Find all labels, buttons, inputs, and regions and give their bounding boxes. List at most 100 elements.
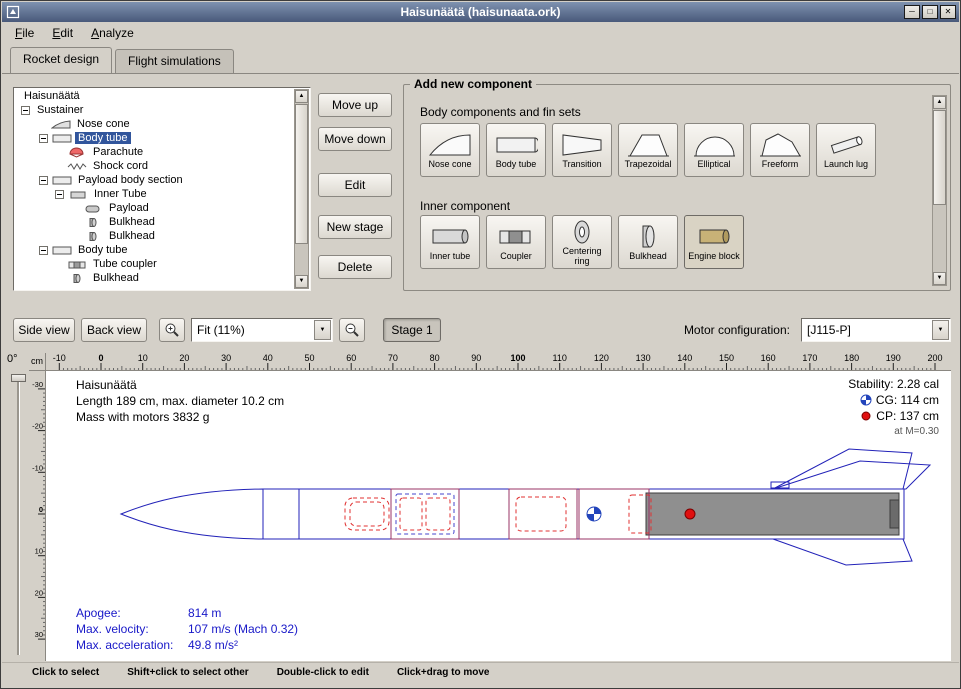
collapse-icon[interactable] bbox=[21, 106, 30, 115]
close-icon[interactable]: ✕ bbox=[940, 5, 956, 19]
add-body-tube-button[interactable]: Body tube bbox=[486, 123, 546, 177]
chevron-down-icon[interactable]: ▼ bbox=[314, 320, 331, 340]
horizontal-ruler: -100102030405060708090100110120130140150… bbox=[46, 353, 951, 371]
rotation-slider-handle[interactable] bbox=[11, 374, 26, 382]
add-engine-block-button[interactable]: Engine block bbox=[684, 215, 744, 269]
menu-edit[interactable]: Edit bbox=[43, 23, 82, 43]
inner-tube-shape[interactable] bbox=[396, 494, 454, 534]
tube-coupler-icon bbox=[67, 259, 87, 270]
menu-file-rest: ile bbox=[22, 26, 34, 40]
tree-row[interactable]: Parachute bbox=[15, 145, 293, 159]
svg-text:30: 30 bbox=[35, 630, 43, 639]
hint-click-drag: Click+drag to move bbox=[397, 667, 490, 678]
svg-text:10: 10 bbox=[35, 547, 43, 556]
bulkhead-icon bbox=[83, 231, 103, 242]
maximize-icon[interactable]: □ bbox=[922, 5, 938, 19]
palette-label: Centering ring bbox=[554, 247, 610, 266]
menu-file[interactable]: File bbox=[6, 23, 43, 43]
tree-row[interactable]: Bulkhead bbox=[15, 271, 293, 285]
tree-label: Tube coupler bbox=[90, 258, 160, 270]
tree-row[interactable]: Haisunäätä bbox=[15, 89, 293, 103]
collapse-icon[interactable] bbox=[39, 176, 48, 185]
add-freeform-fin-button[interactable]: Freeform bbox=[750, 123, 810, 177]
shock-cord-shape[interactable] bbox=[350, 502, 384, 526]
parachute-shape[interactable] bbox=[345, 498, 389, 530]
rotation-slider[interactable] bbox=[17, 375, 20, 655]
bulkhead-shape[interactable] bbox=[426, 498, 450, 530]
move-down-button[interactable]: Move down bbox=[318, 127, 392, 151]
tree-scrollbar[interactable]: ▲ ▼ bbox=[294, 89, 309, 289]
zoom-out-button[interactable] bbox=[339, 318, 365, 342]
tree-row[interactable]: Bulkhead bbox=[15, 229, 293, 243]
add-nose-cone-button[interactable]: Nose cone bbox=[420, 123, 480, 177]
payload-section-border[interactable] bbox=[391, 489, 459, 539]
scroll-up-icon[interactable]: ▲ bbox=[933, 96, 946, 109]
tree-row[interactable]: Payload body section bbox=[15, 173, 293, 187]
palette-scrollbar[interactable]: ▲ ▼ bbox=[932, 95, 947, 286]
menu-analyze[interactable]: Analyze bbox=[82, 23, 143, 43]
tree-row-selected[interactable]: Body tube bbox=[15, 131, 293, 145]
add-launch-lug-button[interactable]: Launch lug bbox=[816, 123, 876, 177]
tab-rocket-design[interactable]: Rocket design bbox=[10, 47, 112, 73]
move-up-button[interactable]: Move up bbox=[318, 93, 392, 117]
titlebar[interactable]: Haisunäätä (haisunaata.ork) ─ □ ✕ bbox=[2, 2, 959, 22]
tree-row[interactable]: Body tube bbox=[15, 243, 293, 257]
fin-shape[interactable] bbox=[773, 539, 912, 565]
inner-components-row: Inner tube Coupler Centering ring Bulkhe… bbox=[420, 215, 744, 269]
minimize-icon[interactable]: ─ bbox=[904, 5, 920, 19]
collapse-icon[interactable] bbox=[55, 190, 64, 199]
zoom-in-button[interactable] bbox=[159, 318, 185, 342]
tree-row[interactable]: Inner Tube bbox=[15, 187, 293, 201]
palette-label: Elliptical bbox=[697, 160, 730, 170]
palette-label: Transition bbox=[562, 160, 601, 170]
stage-1-toggle[interactable]: Stage 1 bbox=[383, 318, 441, 342]
motor-configuration-select[interactable]: [J115-P] ▼ bbox=[801, 318, 951, 342]
cg-marker bbox=[587, 507, 601, 521]
collapse-icon[interactable] bbox=[39, 134, 48, 143]
add-trapezoidal-fin-button[interactable]: Trapezoidal bbox=[618, 123, 678, 177]
side-view-button[interactable]: Side view bbox=[13, 318, 75, 342]
new-stage-button[interactable]: New stage bbox=[318, 215, 392, 239]
scrollbar-thumb[interactable] bbox=[933, 110, 946, 205]
palette-label: Bulkhead bbox=[629, 252, 667, 262]
zoom-select[interactable]: Fit (11%) ▼ bbox=[191, 318, 333, 342]
tree-row[interactable]: Tube coupler bbox=[15, 257, 293, 271]
payload-icon bbox=[83, 203, 103, 214]
delete-button[interactable]: Delete bbox=[318, 255, 392, 279]
zoom-out-icon bbox=[344, 322, 360, 338]
body-components-header: Body components and fin sets bbox=[420, 105, 581, 119]
nose-cone-shape[interactable] bbox=[121, 489, 263, 539]
svg-text:70: 70 bbox=[388, 353, 398, 363]
add-inner-tube-button[interactable]: Inner tube bbox=[420, 215, 480, 269]
rocket-canvas[interactable]: Haisunäätä Length 189 cm, max. diameter … bbox=[46, 371, 951, 661]
tree-row[interactable]: Shock cord bbox=[15, 159, 293, 173]
fin-shape[interactable] bbox=[773, 449, 912, 489]
palette-label: Coupler bbox=[500, 252, 532, 262]
add-bulkhead-button[interactable]: Bulkhead bbox=[618, 215, 678, 269]
tab-flight-simulations[interactable]: Flight simulations bbox=[115, 49, 234, 73]
edit-button[interactable]: Edit bbox=[318, 173, 392, 197]
scroll-down-icon[interactable]: ▼ bbox=[295, 275, 308, 288]
menubar: File Edit Analyze bbox=[2, 22, 959, 43]
tree-row[interactable]: Bulkhead bbox=[15, 215, 293, 229]
add-coupler-button[interactable]: Coupler bbox=[486, 215, 546, 269]
tree-row[interactable]: Payload bbox=[15, 201, 293, 215]
component-shape[interactable] bbox=[516, 497, 566, 531]
add-transition-button[interactable]: Transition bbox=[552, 123, 612, 177]
add-centering-ring-button[interactable]: Centering ring bbox=[552, 215, 612, 269]
motor-shape[interactable] bbox=[646, 493, 899, 535]
payload-shape[interactable] bbox=[400, 498, 422, 530]
chevron-down-icon[interactable]: ▼ bbox=[932, 320, 949, 340]
app-window: Haisunäätä (haisunaata.ork) ─ □ ✕ File E… bbox=[0, 0, 961, 689]
scrollbar-thumb[interactable] bbox=[295, 104, 308, 244]
collapse-icon[interactable] bbox=[39, 246, 48, 255]
mach-note: at M=0.30 bbox=[848, 424, 939, 440]
svg-text:10: 10 bbox=[138, 353, 148, 363]
scroll-up-icon[interactable]: ▲ bbox=[295, 90, 308, 103]
svg-text:-10: -10 bbox=[32, 463, 43, 472]
scroll-down-icon[interactable]: ▼ bbox=[933, 272, 946, 285]
add-elliptical-fin-button[interactable]: Elliptical bbox=[684, 123, 744, 177]
tree-row[interactable]: Sustainer bbox=[15, 103, 293, 117]
back-view-button[interactable]: Back view bbox=[81, 318, 147, 342]
tree-row[interactable]: Nose cone bbox=[15, 117, 293, 131]
